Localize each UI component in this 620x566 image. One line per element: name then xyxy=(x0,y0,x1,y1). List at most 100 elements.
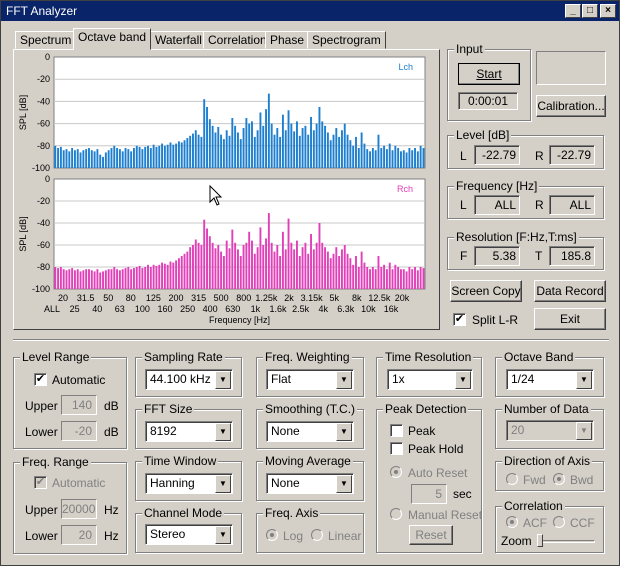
x-tick-label: 50 xyxy=(103,293,113,303)
start-button[interactable]: Start xyxy=(458,63,520,85)
bar xyxy=(394,145,397,168)
bar xyxy=(416,151,419,168)
correlation-ccf-radio[interactable] xyxy=(553,516,565,528)
bar xyxy=(377,134,380,168)
bar xyxy=(138,265,141,289)
bar xyxy=(121,269,124,289)
freq-weighting-select[interactable]: Flat ▼ xyxy=(266,369,354,390)
bar xyxy=(65,270,68,289)
moving-average-select[interactable]: None ▼ xyxy=(266,473,354,494)
chevron-down-icon[interactable]: ▼ xyxy=(576,371,592,389)
tab-correlation[interactable]: Correlation xyxy=(203,31,272,49)
zoom-slider-thumb[interactable] xyxy=(537,534,543,547)
freq-axis-log-radio[interactable] xyxy=(266,529,278,541)
freq-lower-input[interactable]: 20 xyxy=(61,525,97,545)
bar xyxy=(234,242,237,289)
freq-automatic-checkbox[interactable]: ✔ xyxy=(34,476,47,489)
channel-mode-title: Channel Mode xyxy=(142,506,225,520)
bar xyxy=(281,231,284,289)
reset-button[interactable]: Reset xyxy=(409,525,453,545)
bar xyxy=(360,251,363,289)
manual-reset-radio[interactable] xyxy=(390,508,402,520)
bar xyxy=(222,256,225,289)
tab-spectrum[interactable]: Spectrum xyxy=(15,31,77,49)
x-tick-label: 2.5k xyxy=(292,304,310,314)
bar xyxy=(245,118,248,168)
chevron-down-icon[interactable]: ▼ xyxy=(215,475,231,493)
peak-hold-label: Peak Hold xyxy=(408,442,464,456)
bar xyxy=(262,125,265,168)
bar xyxy=(301,128,304,168)
minimize-button[interactable]: _ xyxy=(565,4,581,18)
close-button[interactable]: × xyxy=(600,4,616,18)
bar xyxy=(355,136,357,168)
number-of-data-select[interactable]: 20 ▼ xyxy=(506,420,594,441)
auto-reset-seconds-input[interactable]: 5 xyxy=(411,484,447,504)
channel-mode-select[interactable]: Stereo ▼ xyxy=(145,524,233,545)
screen-copy-button[interactable]: Screen Copy xyxy=(450,280,522,302)
chevron-down-icon[interactable]: ▼ xyxy=(215,371,231,389)
manual-reset-label: Manual Reset xyxy=(408,508,483,522)
time-window-select[interactable]: Hanning ▼ xyxy=(145,473,233,494)
bar xyxy=(130,269,133,289)
x-tick-label: 12.5k xyxy=(368,293,391,303)
bar xyxy=(267,213,270,289)
bar xyxy=(369,151,371,168)
tab-phase[interactable]: Phase xyxy=(265,31,310,49)
chevron-down-icon[interactable]: ▼ xyxy=(455,371,471,389)
chevron-down-icon[interactable]: ▼ xyxy=(336,475,352,493)
level-l-value: -22.79 xyxy=(474,145,520,165)
sampling-rate-value: 44.100 kHz xyxy=(150,372,211,386)
freq-axis-linear-label: Linear xyxy=(328,529,362,543)
bar xyxy=(177,141,180,168)
sampling-rate-select[interactable]: 44.100 kHz ▼ xyxy=(145,369,233,390)
tab-spectrogram[interactable]: Spectrogram xyxy=(307,31,386,49)
chevron-down-icon[interactable]: ▼ xyxy=(215,526,231,544)
tab-waterfall[interactable]: Waterfall xyxy=(150,31,207,49)
exit-button[interactable]: Exit xyxy=(534,308,606,330)
tab-octave-band[interactable]: Octave band xyxy=(73,28,152,50)
freq-axis-title: Freq. Axis xyxy=(263,506,321,520)
direction-title: Direction of Axis xyxy=(502,454,593,468)
peak-hold-checkbox[interactable] xyxy=(390,442,403,455)
x-tick-label: 25 xyxy=(70,304,80,314)
peak-checkbox[interactable] xyxy=(390,424,403,437)
octave-band-select[interactable]: 1/24 ▼ xyxy=(506,369,594,390)
direction-bwd-radio[interactable] xyxy=(553,473,565,485)
smoothing-select[interactable]: None ▼ xyxy=(266,421,354,442)
bar xyxy=(163,263,166,289)
direction-fwd-radio[interactable] xyxy=(506,473,518,485)
bar xyxy=(82,270,85,289)
data-record-button[interactable]: Data Record xyxy=(534,280,606,302)
x-tick-label: 2k xyxy=(284,293,294,303)
bar xyxy=(256,130,259,168)
bar xyxy=(133,148,135,168)
x-tick-label: 1k xyxy=(251,304,261,314)
bar xyxy=(104,152,107,168)
bar xyxy=(318,106,321,168)
split-lr-checkbox[interactable]: ✔ xyxy=(453,313,466,326)
auto-reset-radio[interactable] xyxy=(390,466,402,478)
correlation-acf-radio[interactable] xyxy=(506,516,518,528)
chevron-down-icon[interactable]: ▼ xyxy=(336,371,352,389)
chevron-down-icon[interactable]: ▼ xyxy=(215,423,231,441)
level-lower-input[interactable]: -20 xyxy=(61,421,97,441)
calibration-button[interactable]: Calibration... xyxy=(536,95,606,117)
freq-axis-linear-radio[interactable] xyxy=(311,529,323,541)
chevron-down-icon[interactable]: ▼ xyxy=(576,422,592,440)
time-resolution-select[interactable]: 1x ▼ xyxy=(387,369,473,390)
frequency-r-value: ALL xyxy=(549,195,595,215)
x-tick-label: 400 xyxy=(203,304,218,314)
fft-size-select[interactable]: 8192 ▼ xyxy=(145,421,233,442)
chevron-down-icon[interactable]: ▼ xyxy=(336,423,352,441)
frequency-l-label: L xyxy=(460,198,467,212)
bar xyxy=(110,269,113,289)
level-upper-input[interactable]: 140 xyxy=(61,395,97,415)
bar xyxy=(270,242,273,289)
y-tick-label: -40 xyxy=(37,218,50,228)
bar xyxy=(301,247,304,289)
freq-upper-input[interactable]: 20000 xyxy=(61,499,97,519)
bar xyxy=(397,267,400,289)
level-automatic-checkbox[interactable]: ✔ xyxy=(34,373,47,386)
maximize-button[interactable]: □ xyxy=(582,4,598,18)
